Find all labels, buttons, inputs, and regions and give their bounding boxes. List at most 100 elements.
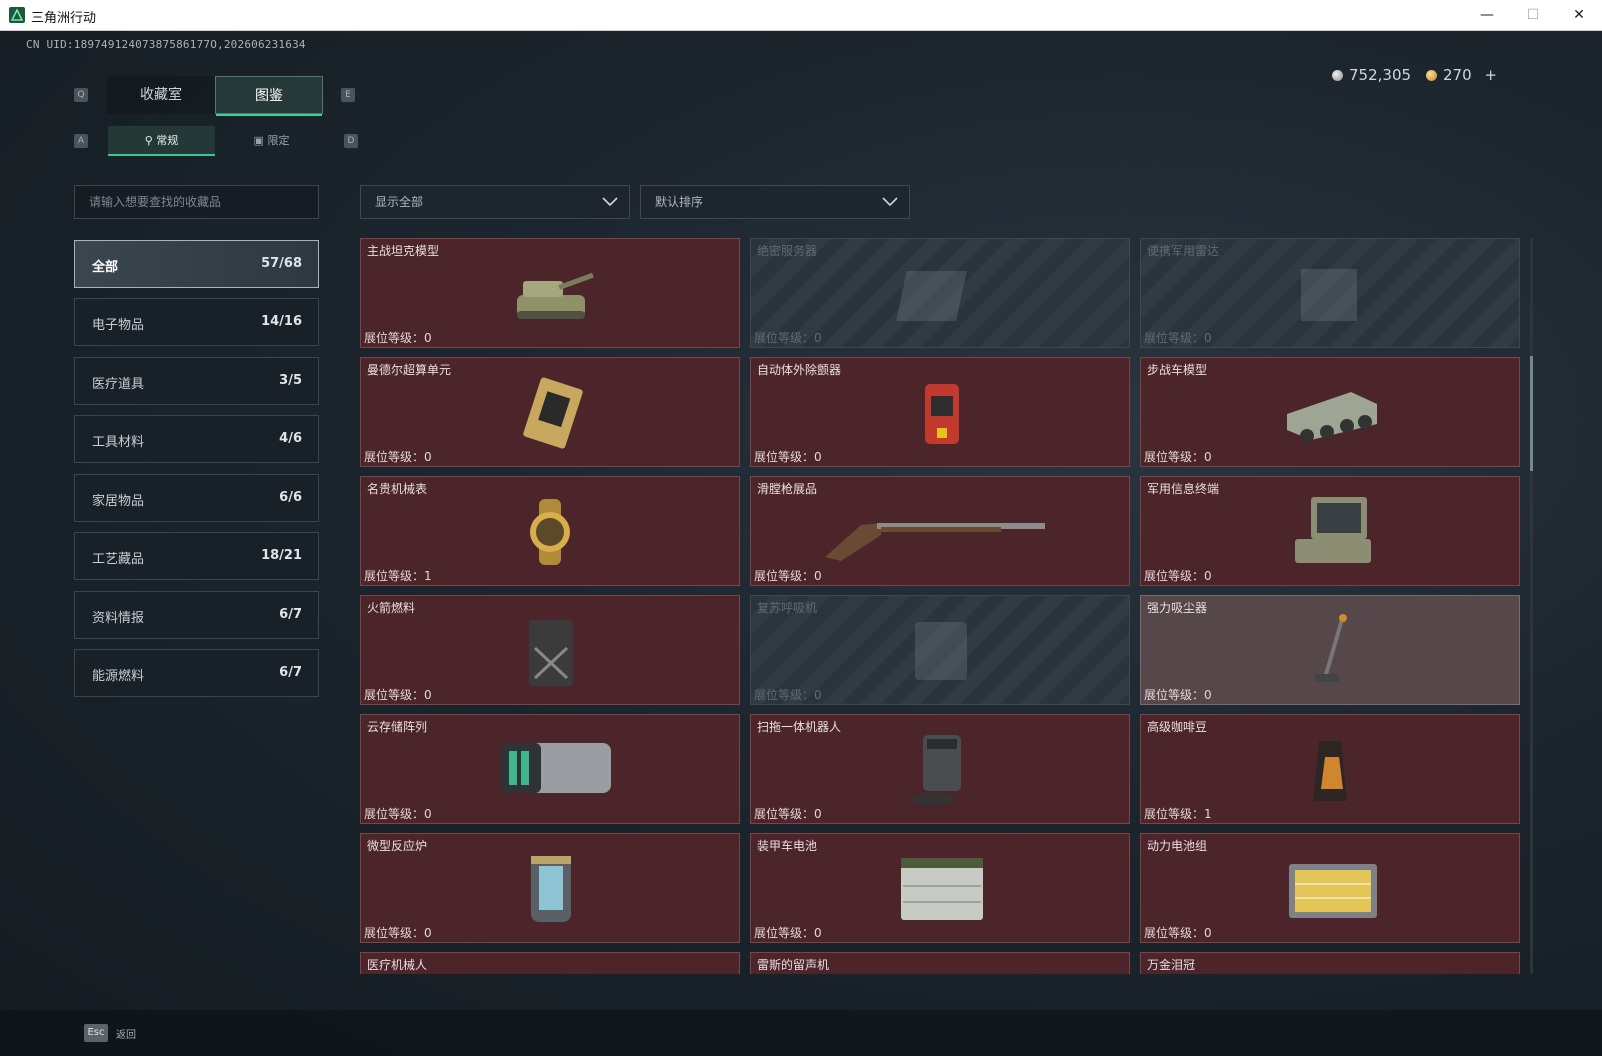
tab-collection-room[interactable]: 收藏室 <box>107 76 215 114</box>
app-logo-icon <box>9 7 25 23</box>
card-level: 展位等级：0 <box>754 450 822 464</box>
collection-card[interactable]: 复苏呼吸机 展位等级：0 <box>750 595 1130 705</box>
card-level: 展位等级：0 <box>1144 569 1212 583</box>
collection-card[interactable]: 名贵机械表 展位等级：1 <box>360 476 740 586</box>
card-name: 绝密服务器 <box>757 244 818 258</box>
collection-card[interactable]: 扫拖一体机器人 展位等级：0 <box>750 714 1130 824</box>
search-input[interactable]: 请输入想要查找的收藏品 <box>74 185 319 219</box>
tab-codex[interactable]: 图鉴 <box>215 76 323 116</box>
key-hint-q: Q <box>74 88 88 102</box>
card-name: 步战车模型 <box>1147 363 1208 377</box>
card-level: 展位等级：0 <box>754 688 822 702</box>
card-level: 展位等级：0 <box>754 569 822 583</box>
collection-card[interactable]: 微型反应炉 展位等级：0 <box>360 833 740 943</box>
card-level: 展位等级：0 <box>1144 331 1212 345</box>
sort-value: 默认排序 <box>655 195 704 209</box>
collection-card[interactable]: 滑膛枪展品 展位等级：0 <box>750 476 1130 586</box>
card-name: 滑膛枪展品 <box>757 482 818 496</box>
category-label: 医疗道具 <box>92 377 145 392</box>
card-name: 军用信息终端 <box>1147 482 1220 496</box>
collection-card[interactable]: 动力电池组 展位等级：0 <box>1140 833 1520 943</box>
category-crafts[interactable]: 工艺藏品 18/21 <box>74 532 319 580</box>
category-count: 6/7 <box>279 607 302 622</box>
collection-card[interactable]: 装甲车电池 展位等级：0 <box>750 833 1130 943</box>
card-level: 展位等级：0 <box>754 331 822 345</box>
card-name: 装甲车电池 <box>757 839 818 853</box>
category-label: 资料情报 <box>92 611 145 626</box>
category-tools[interactable]: 工具材料 4/6 <box>74 415 319 463</box>
gold-coin-icon <box>1426 70 1437 81</box>
card-name: 高级咖啡豆 <box>1147 720 1208 734</box>
display-filter-value: 显示全部 <box>375 195 424 209</box>
card-level: 展位等级：0 <box>1144 450 1212 464</box>
collection-card[interactable]: 万金泪冠 <box>1140 952 1520 974</box>
collection-card[interactable]: 军用信息终端 展位等级：0 <box>1140 476 1520 586</box>
gold-amount: 270 <box>1443 66 1472 84</box>
window-title: 三角洲行动 <box>31 11 97 26</box>
card-name: 火箭燃料 <box>367 601 416 615</box>
subtab-regular[interactable]: ⚲ 常规 <box>108 126 215 156</box>
subtab-regular-label: 常规 <box>156 134 179 147</box>
category-intel[interactable]: 资料情报 6/7 <box>74 591 319 639</box>
category-count: 18/21 <box>261 548 302 563</box>
terminal-icon <box>1295 497 1371 563</box>
collection-card[interactable]: 雷斯的留声机 <box>750 952 1130 974</box>
close-button[interactable]: ✕ <box>1556 0 1602 30</box>
collection-card[interactable]: 高级咖啡豆 展位等级：1 <box>1140 714 1520 824</box>
category-label: 工艺藏品 <box>92 552 145 567</box>
watch-icon <box>530 499 570 565</box>
collection-card[interactable]: 强力吸尘器 展位等级：0 <box>1140 595 1520 705</box>
category-all[interactable]: 全部 57/68 <box>74 240 319 288</box>
coffee-bag-icon <box>1313 741 1347 801</box>
card-name: 复苏呼吸机 <box>757 601 818 615</box>
compute-unit-icon <box>523 377 583 449</box>
subtab-limited-label: 限定 <box>267 134 290 147</box>
esc-key-button[interactable]: Esc <box>84 1024 108 1042</box>
fuel-can-icon <box>529 620 573 686</box>
card-name: 便携军用雷达 <box>1147 244 1220 258</box>
category-count: 6/6 <box>279 490 302 505</box>
category-label: 家居物品 <box>92 494 145 509</box>
card-name: 主战坦克模型 <box>367 244 440 258</box>
collection-card[interactable]: 主战坦克模型 展位等级：0 <box>360 238 740 348</box>
card-name: 微型反应炉 <box>367 839 428 853</box>
category-medical[interactable]: 医疗道具 3/5 <box>74 357 319 405</box>
regular-icon: ⚲ <box>144 134 153 147</box>
card-level: 展位等级：0 <box>364 331 432 345</box>
category-energy[interactable]: 能源燃料 6/7 <box>74 649 319 697</box>
category-household[interactable]: 家居物品 6/6 <box>74 474 319 522</box>
scroll-thumb[interactable] <box>1530 356 1533 471</box>
category-electronics[interactable]: 电子物品 14/16 <box>74 298 319 346</box>
musket-icon <box>825 523 1045 561</box>
card-level: 展位等级：0 <box>1144 688 1212 702</box>
collection-card[interactable]: 云存储阵列 展位等级：0 <box>360 714 740 824</box>
collection-card[interactable]: 曼德尔超算单元 展位等级：0 <box>360 357 740 467</box>
minimize-button[interactable]: — <box>1464 0 1510 30</box>
key-hint-e: E <box>341 88 355 102</box>
collection-card[interactable]: 火箭燃料 展位等级：0 <box>360 595 740 705</box>
back-label[interactable]: 返回 <box>116 1026 136 1041</box>
card-name: 曼德尔超算单元 <box>367 363 452 377</box>
sort-dropdown[interactable]: 默认排序 <box>640 185 910 219</box>
silver-amount: 752,305 <box>1349 66 1412 84</box>
collection-card[interactable]: 自动体外除颤器 展位等级：0 <box>750 357 1130 467</box>
category-label: 电子物品 <box>92 318 145 333</box>
add-gold-button[interactable]: + <box>1484 66 1497 84</box>
category-count: 3/5 <box>279 373 302 388</box>
battery-pack-icon <box>1289 864 1377 918</box>
grid-scrollbar[interactable] <box>1530 238 1533 974</box>
collection-card[interactable]: 便携军用雷达 展位等级：0 <box>1140 238 1520 348</box>
collection-card[interactable]: 绝密服务器 展位等级：0 <box>750 238 1130 348</box>
card-level: 展位等级：1 <box>1144 807 1212 821</box>
silver-coin-icon <box>1332 70 1343 81</box>
key-hint-d: D <box>344 134 358 148</box>
category-count: 14/16 <box>261 314 302 329</box>
collection-card[interactable]: 医疗机械人 <box>360 952 740 974</box>
card-level: 展位等级：0 <box>364 926 432 940</box>
maximize-button[interactable]: ☐ <box>1510 0 1556 30</box>
collection-card[interactable]: 步战车模型 展位等级：0 <box>1140 357 1520 467</box>
collection-grid: 主战坦克模型 展位等级：0 绝密服务器 展位等级：0 便携军用雷达 展位等级：0… <box>360 238 1520 974</box>
subtab-limited[interactable]: ▣ 限定 <box>218 126 325 156</box>
display-filter-dropdown[interactable]: 显示全部 <box>360 185 630 219</box>
crown-icon <box>1281 965 1381 974</box>
